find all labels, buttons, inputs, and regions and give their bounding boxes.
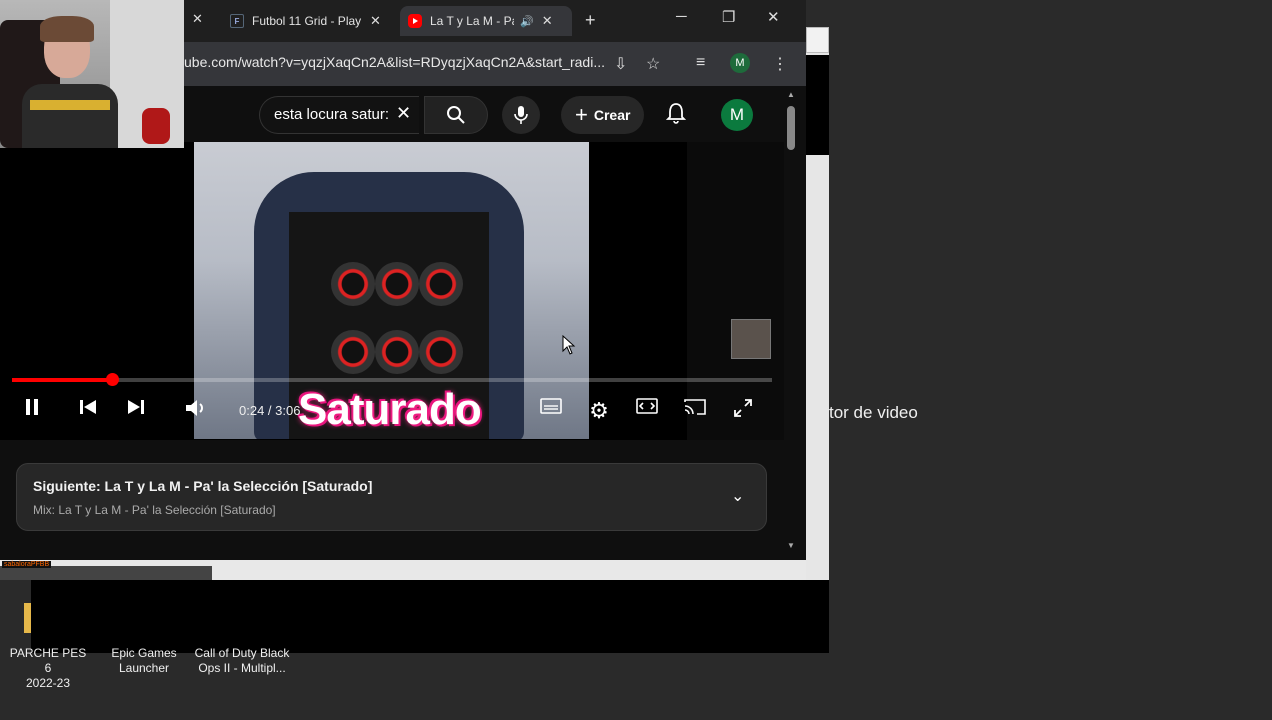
person-hair-image (40, 16, 94, 42)
voice-search-button[interactable] (502, 96, 540, 134)
webcam-overlay (0, 0, 184, 148)
address-bar[interactable]: ube.com/watch?v=yqzjXaqCn2A&list=RDyqzjX… (184, 54, 604, 70)
tab-close-icon[interactable]: ✕ (192, 11, 203, 27)
install-app-icon[interactable]: ⇩ (614, 54, 627, 74)
up-next-title: Siguiente: La T y La M - Pa' la Selecció… (33, 478, 373, 494)
page-scrollbar[interactable]: ▲ ▼ (784, 86, 798, 552)
subtitles-icon (540, 398, 562, 414)
youtube-icon (408, 14, 422, 28)
create-button[interactable]: + Crear (561, 96, 645, 134)
desktop-icon-epic-games[interactable]: Epic Games Launcher (104, 646, 184, 676)
background-window[interactable] (806, 27, 829, 653)
futbol-grid-icon: F (230, 14, 244, 28)
video-side-panel (687, 142, 784, 440)
desktop-icon-pes[interactable]: PARCHE PES 6 2022-23 (6, 646, 90, 691)
stream-label: sabaloraPFBB (2, 561, 52, 568)
speaker-graphic (331, 262, 375, 306)
next-button[interactable] (124, 398, 148, 416)
desktop-icon-label: Call of Duty Black (194, 646, 290, 660)
search-button[interactable] (424, 96, 488, 134)
speaker-graphic (419, 330, 463, 374)
tab-label: Futbol 11 Grid - Play (252, 14, 362, 28)
plus-icon: + (575, 102, 588, 127)
tab-youtube[interactable]: La T y La M - Pa' la Selección 🔊 ✕ (400, 6, 572, 36)
video-player[interactable]: Saturado 0:24 / 3:06 ⚙ (0, 142, 784, 440)
new-tab-button[interactable]: + (585, 10, 596, 31)
desktop-icon-label: Ops II - Multipl... (198, 661, 286, 675)
create-label: Crear (593, 107, 631, 123)
search-icon (447, 106, 465, 124)
settings-button[interactable]: ⚙ (586, 398, 612, 424)
bookmark-star-icon[interactable]: ☆ (646, 54, 660, 74)
background-window-text: tor de video (829, 403, 918, 422)
shirt-stripe-image (30, 100, 110, 110)
maximize-button[interactable]: ❐ (722, 8, 735, 26)
minimize-button[interactable]: ─ (676, 8, 687, 25)
skip-previous-icon (80, 400, 96, 414)
media-control-icon[interactable]: ≡ (696, 54, 705, 72)
tab-close-icon[interactable]: ✕ (542, 13, 553, 29)
tab-close-icon[interactable]: ✕ (370, 13, 381, 29)
desktop-icon-label: 2022-23 (25, 676, 71, 690)
up-next-subtitle: Mix: La T y La M - Pa' la Selección [Sat… (33, 503, 276, 517)
desktop-icon-label: Launcher (118, 661, 170, 675)
pause-button[interactable] (20, 398, 44, 416)
preview-thumbnail[interactable] (731, 319, 771, 359)
subtitles-button[interactable] (538, 398, 564, 414)
youtube-header: esta locura satur: ✕ + Crear M (184, 86, 784, 142)
clear-search-icon[interactable]: ✕ (396, 103, 411, 124)
gear-icon: ⚙ (589, 398, 609, 423)
profile-avatar[interactable]: M (730, 53, 750, 73)
microphone-icon (514, 106, 528, 124)
mouse-cursor-icon (562, 335, 576, 355)
previous-button[interactable] (76, 398, 100, 416)
background-window-dark-area (806, 55, 829, 155)
progress-scrubber[interactable] (106, 373, 120, 386)
theater-mode-button[interactable] (634, 398, 660, 414)
scroll-thumb[interactable] (787, 106, 795, 150)
search-input[interactable]: esta locura satur: (259, 96, 419, 134)
speaker-graphic (375, 262, 419, 306)
video-caption-overlay: Saturado (298, 385, 482, 434)
pause-icon (26, 399, 38, 415)
volume-button[interactable] (182, 398, 210, 418)
time-display: 0:24 / 3:06 (239, 403, 301, 418)
person-shirt-image (22, 84, 118, 148)
progress-fill (12, 378, 113, 382)
cast-icon (684, 399, 706, 415)
skip-next-icon (128, 400, 144, 414)
volume-icon (186, 400, 203, 416)
cast-button[interactable] (682, 398, 708, 416)
speaker-graphic (331, 330, 375, 374)
mini-window[interactable] (0, 566, 212, 580)
red-object-image (142, 108, 170, 144)
notifications-bell-icon[interactable] (666, 102, 686, 124)
progress-bar[interactable] (12, 373, 772, 386)
desktop-icon-label: Epic Games (111, 646, 177, 660)
black-overlay-window (31, 580, 829, 653)
account-avatar[interactable]: M (721, 99, 753, 131)
fullscreen-icon (734, 399, 752, 417)
desktop-icon-label: PARCHE PES 6 (9, 646, 87, 675)
background-window-tab[interactable] (806, 27, 829, 53)
desktop-icon-call-of-duty[interactable]: Call of Duty Black Ops II - Multipl... (190, 646, 294, 676)
up-next-card[interactable]: Siguiente: La T y La M - Pa' la Selecció… (16, 463, 767, 531)
close-window-button[interactable]: ✕ (767, 8, 780, 26)
chevron-down-icon[interactable]: ⌄ (731, 486, 744, 506)
scroll-down-arrow-icon[interactable]: ▼ (787, 541, 795, 550)
speaker-graphic (375, 330, 419, 374)
fullscreen-button[interactable] (730, 398, 756, 418)
theater-mode-icon (636, 398, 658, 414)
tab-futbol-grid[interactable]: F Futbol 11 Grid - Play ✕ (222, 6, 392, 36)
speaker-icon[interactable]: 🔊 (520, 15, 534, 28)
menu-kebab-icon[interactable]: ⋮ (772, 54, 788, 74)
tab-label: La T y La M - Pa' la Selección (430, 14, 514, 28)
scroll-up-arrow-icon[interactable]: ▲ (787, 90, 795, 99)
speaker-graphic (419, 262, 463, 306)
